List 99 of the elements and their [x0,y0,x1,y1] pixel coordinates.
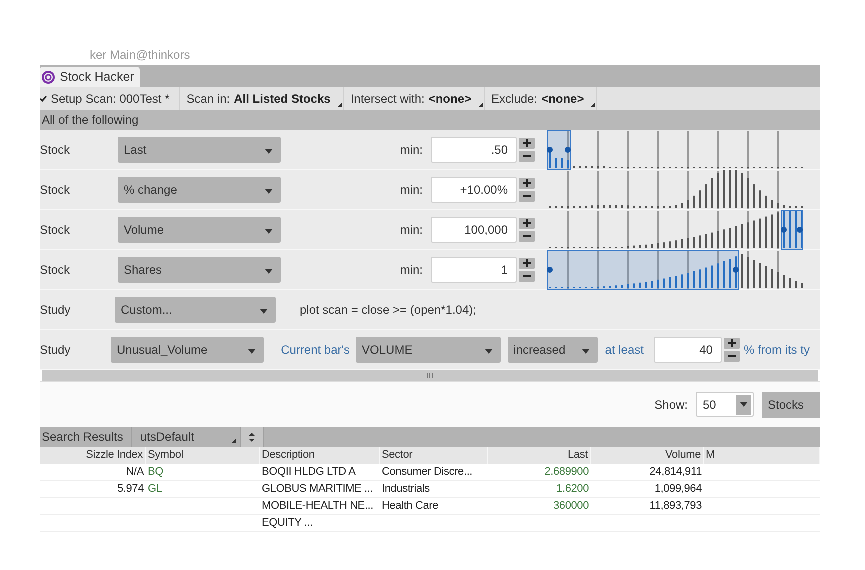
count-dropdown[interactable]: 50 [696,392,754,417]
min-label: min: [399,182,424,196]
sort-down-icon[interactable] [249,438,256,442]
number-field[interactable]: 1 [431,256,517,282]
histogram-drawing[interactable] [547,250,804,290]
increment-button[interactable] [519,138,535,148]
type-dropdown[interactable]: Stocks [762,392,820,418]
caret-icon [265,148,273,154]
window-title: ker Main@thinkors [89,47,192,64]
caret-icon [248,348,256,354]
decrement-button[interactable] [519,270,535,282]
dropdown[interactable]: % change [118,176,281,202]
dropdown[interactable]: Last [118,136,281,162]
grip-icon [427,373,433,378]
script-text: plot scan = close >= (open*1.04); [300,302,476,316]
decrement-button[interactable] [519,150,535,162]
dropdown[interactable]: VOLUME [356,336,501,362]
minus-icon [728,355,736,357]
decrement-button[interactable] [724,350,740,362]
column-header[interactable]: Volume [591,447,704,464]
row-type-label: Stock [40,222,72,236]
table-cell: EQUITY ... [260,515,380,532]
minus-icon [523,155,531,157]
table-cell: BOQII HLDG LTD A [260,464,380,481]
dropdown[interactable]: increased [508,336,598,362]
suffix-label: % from its ty [744,342,810,356]
table-cell: 5.974 [40,481,146,498]
plus-icon [523,219,531,227]
dropdown[interactable]: Volume [118,216,281,242]
caret-icon [260,308,268,314]
caret-icon [740,402,748,407]
row-type-label: Stock [40,142,72,156]
row-type-label: Study [40,342,72,356]
table-cell: GL [146,481,260,498]
caret-icon [265,268,273,274]
table-cell: 360000 [488,498,591,515]
tab[interactable]: Stock Hacker [40,67,140,87]
table-cell: BQ [146,464,260,481]
column-header[interactable]: Symbol [146,447,260,464]
increment-button[interactable] [724,338,740,348]
prefix-label: Current bar's [281,342,350,356]
app-logo-icon [42,70,55,84]
minus-icon [523,235,531,237]
column-header[interactable]: M [704,447,820,464]
plus-icon [523,139,531,147]
plus-icon [523,179,531,187]
table-cell: 11,893,793 [591,498,704,515]
column-header[interactable]: Sector [380,447,488,464]
dropdown[interactable]: Shares [118,256,281,282]
dropdown[interactable]: Custom... [115,296,276,322]
group-header: All of the following [40,110,820,130]
caret-icon [582,348,590,354]
number-field[interactable]: 100,000 [431,216,517,242]
corner-icon [232,439,236,443]
histogram-drawing[interactable] [547,170,804,210]
min-label: min: [399,262,424,276]
column-header[interactable]: Sizzle Index [40,447,146,464]
table-cell: 24,814,911 [591,464,704,481]
table-cell: Consumer Discre... [380,464,488,481]
decrement-button[interactable] [519,190,535,202]
table-cell: 2.689900 [488,464,591,481]
table-cell: Industrials [380,481,488,498]
column-header[interactable]: Last [488,447,591,464]
check-icon [40,96,47,102]
decrement-button[interactable] [519,230,535,242]
row-type-label: Stock [40,182,72,196]
histogram-drawing[interactable] [547,130,804,170]
minus-icon [523,275,531,277]
increment-button[interactable] [519,178,535,188]
number-field[interactable]: +10.00% [431,176,517,202]
minus-icon [523,195,531,197]
table-cell: 1.6200 [488,481,591,498]
dropdown[interactable]: Unusual_Volume [110,336,264,362]
row-type-label: Study [40,302,72,316]
corner-icon [338,103,342,107]
table-cell: Health Care [380,498,488,515]
caret-icon [265,228,273,234]
column-header[interactable]: Description [260,447,380,464]
sort-up-icon[interactable] [249,432,256,436]
number-field[interactable]: .50 [431,136,517,162]
increment-button[interactable] [519,258,535,268]
caret-icon [484,348,493,354]
min-label: min: [399,142,424,156]
caret-icon [265,188,273,194]
increment-button[interactable] [519,218,535,228]
min-label: min: [399,222,424,236]
show-label: Show: [654,398,688,412]
table-cell: GLOBUS MARITIME ... [260,481,380,498]
table-cell: MOBILE-HEALTH NE... [260,498,380,515]
corner-icon [478,103,483,107]
number-field[interactable]: 40 [654,336,722,362]
table-cell: 1,099,964 [591,481,704,498]
row-type-label: Stock [40,262,72,276]
table-cell: N/A [40,464,146,481]
plus-icon [523,259,531,267]
corner-icon [591,103,596,107]
histogram-drawing[interactable] [547,210,804,250]
at-least-label: at least [605,342,644,356]
plus-icon [728,339,736,347]
